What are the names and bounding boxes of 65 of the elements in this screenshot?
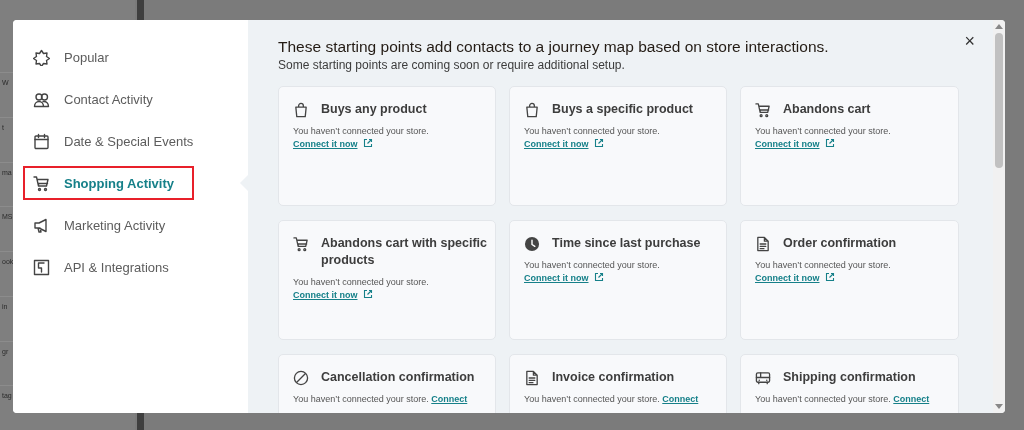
card-title: Cancellation confirmation: [321, 369, 475, 386]
starting-point-card[interactable]: Time since last purchase You haven’t connected your store. Connect it now: [509, 220, 727, 340]
connect-link[interactable]: Connect it now: [524, 139, 589, 149]
starting-point-card[interactable]: Abandons cart with specific products You haven’t connected your store. Connect it now: [278, 220, 496, 340]
card-message: You haven’t connected your store. Connect: [524, 393, 700, 406]
starting-point-card[interactable]: Buys any product You haven’t connected your store. Connect it now: [278, 86, 496, 206]
starting-point-card[interactable]: Order confirmation You haven’t connected your store. Connect it now: [740, 220, 959, 340]
card-title: Shipping confirmation: [783, 369, 916, 386]
subheading: Some starting points are coming soon or require additional setup.: [278, 58, 625, 72]
card-title: Buys a specific product: [552, 101, 693, 118]
card-message: You haven’t connected your store. Connect: [293, 393, 469, 406]
cancel-icon: [293, 370, 309, 386]
starting-point-card[interactable]: Cancellation confirmation You haven’t connected your store. Connect: [278, 354, 496, 413]
card-message: You haven’t connected your store. Connect it now: [755, 125, 892, 151]
connect-link[interactable]: Connect it now: [755, 139, 820, 149]
scrollbar[interactable]: [993, 20, 1005, 413]
starting-point-card[interactable]: Buys a specific product You haven’t connected your store. Connect it now: [509, 86, 727, 206]
sidebar-item[interactable]: Popular: [23, 40, 194, 74]
document-icon: [524, 370, 540, 386]
external-link-icon: [362, 138, 373, 148]
heading: These starting points add contacts to a journey map based on store interactions.: [278, 38, 829, 56]
connect-link[interactable]: Connect: [893, 394, 930, 404]
scrollbar-thumb[interactable]: [995, 33, 1003, 168]
connect-link[interactable]: Connect it now: [755, 273, 820, 283]
truck-icon: [755, 370, 771, 386]
scroll-up-icon[interactable]: [995, 23, 1003, 29]
card-title: Time since last purchase: [552, 235, 701, 252]
external-link-icon: [593, 138, 604, 148]
card-title: Order confirmation: [783, 235, 897, 252]
shopping-bag-icon: [524, 102, 540, 118]
card-message: You haven’t connected your store. Connect it now: [524, 259, 661, 285]
shopping-bag-icon: [293, 102, 309, 118]
clock-icon: [524, 236, 540, 252]
external-link-icon: [824, 138, 835, 148]
external-link-icon: [593, 272, 604, 282]
external-link-icon: [824, 272, 835, 282]
cart-icon: [33, 174, 50, 192]
connect-link[interactable]: Connect it now: [293, 139, 358, 149]
card-message: You haven’t connected your store. Connect it now: [293, 276, 430, 302]
cart-icon: [755, 102, 771, 118]
connect-link[interactable]: Connect: [662, 394, 699, 404]
card-title: Abandons cart: [783, 101, 871, 118]
megaphone-icon: [33, 216, 50, 234]
external-link-icon: [362, 289, 373, 299]
starting-point-card[interactable]: Abandons cart You haven’t connected your store. Connect it now: [740, 86, 959, 206]
card-message: You haven’t connected your store. Connect it now: [755, 259, 892, 285]
card-message: You haven’t connected your store. Connect it now: [293, 125, 430, 151]
card-message: You haven’t connected your store. Connect: [755, 393, 931, 406]
document-icon: [755, 236, 771, 252]
card-title: Invoice confirmation: [552, 369, 675, 386]
card-title: Buys any product: [321, 101, 427, 118]
starting-point-card[interactable]: Invoice confirmation You haven’t connected your store. Connect: [509, 354, 727, 413]
connect-link[interactable]: Connect it now: [524, 273, 589, 283]
scroll-down-icon[interactable]: [995, 404, 1003, 410]
cart-icon: [293, 236, 309, 252]
people-icon: [33, 90, 50, 108]
connect-link[interactable]: Connect: [431, 394, 468, 404]
connect-link[interactable]: Connect it now: [293, 290, 358, 300]
close-button[interactable]: ×: [962, 32, 977, 50]
card-message: You haven’t connected your store. Connect it now: [524, 125, 661, 151]
star-icon: [33, 48, 50, 66]
calendar-icon: [33, 132, 50, 150]
starting-point-card[interactable]: Shipping confirmation You haven’t connected your store. Connect: [740, 354, 959, 413]
sidebar-item[interactable]: Shopping Activity: [23, 166, 194, 200]
card-title: Abandons cart with specific products: [321, 235, 487, 269]
